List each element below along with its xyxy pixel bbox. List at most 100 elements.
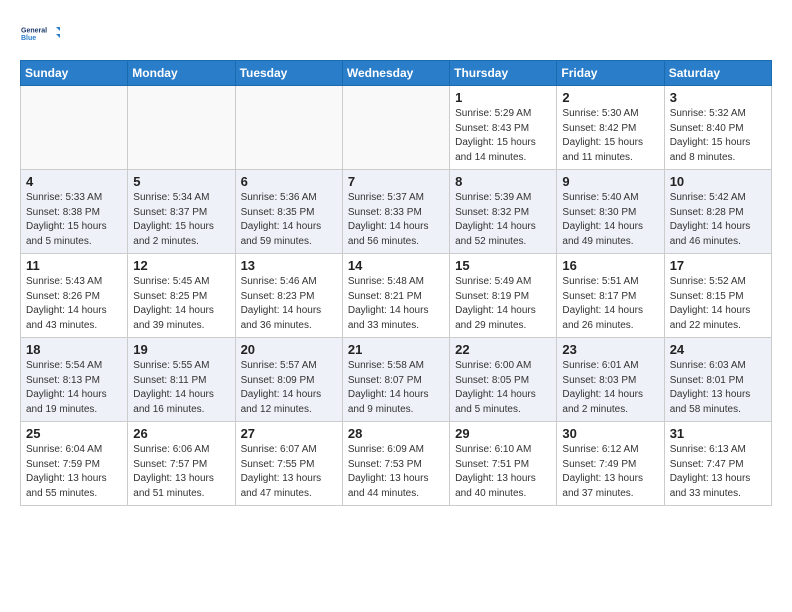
day-info: Sunrise: 5:43 AMSunset: 8:26 PMDaylight:…	[26, 275, 122, 333]
calendar-cell: 23 Sunrise: 6:01 AMSunset: 8:03 PMDayligh…	[557, 338, 664, 422]
day-number: 18	[26, 342, 122, 357]
calendar-cell: 21 Sunrise: 5:58 AMSunset: 8:07 PMDayligh…	[342, 338, 449, 422]
week-row-5: 25 Sunrise: 6:04 AMSunset: 7:59 PMDayligh…	[21, 422, 772, 506]
day-number: 14	[348, 258, 444, 273]
day-info: Sunrise: 6:04 AMSunset: 7:59 PMDaylight:…	[26, 443, 122, 501]
page-header: General Blue	[20, 16, 772, 52]
calendar-cell: 29 Sunrise: 6:10 AMSunset: 7:51 PMDayligh…	[450, 422, 557, 506]
day-number: 3	[670, 90, 766, 105]
day-number: 28	[348, 426, 444, 441]
day-header-sunday: Sunday	[21, 61, 128, 86]
calendar-cell: 9 Sunrise: 5:40 AMSunset: 8:30 PMDaylight…	[557, 170, 664, 254]
day-number: 12	[133, 258, 229, 273]
calendar-cell: 12 Sunrise: 5:45 AMSunset: 8:25 PMDayligh…	[128, 254, 235, 338]
calendar-cell	[128, 86, 235, 170]
day-number: 30	[562, 426, 658, 441]
day-info: Sunrise: 6:09 AMSunset: 7:53 PMDaylight:…	[348, 443, 444, 501]
logo: General Blue	[20, 16, 60, 52]
day-info: Sunrise: 6:06 AMSunset: 7:57 PMDaylight:…	[133, 443, 229, 501]
day-number: 7	[348, 174, 444, 189]
day-number: 9	[562, 174, 658, 189]
calendar-cell: 16 Sunrise: 5:51 AMSunset: 8:17 PMDayligh…	[557, 254, 664, 338]
calendar-cell: 20 Sunrise: 5:57 AMSunset: 8:09 PMDayligh…	[235, 338, 342, 422]
day-info: Sunrise: 6:13 AMSunset: 7:47 PMDaylight:…	[670, 443, 766, 501]
calendar-cell: 17Sunrise: 5:52 AMSunset: 8:15 PMDayligh…	[664, 254, 771, 338]
calendar-cell: 25 Sunrise: 6:04 AMSunset: 7:59 PMDayligh…	[21, 422, 128, 506]
day-info: Sunrise: 6:10 AMSunset: 7:51 PMDaylight:…	[455, 443, 551, 501]
calendar-cell: 13 Sunrise: 5:46 AMSunset: 8:23 PMDayligh…	[235, 254, 342, 338]
day-info: Sunrise: 5:36 AMSunset: 8:35 PMDaylight:…	[241, 191, 337, 249]
calendar-cell: 7 Sunrise: 5:37 AMSunset: 8:33 PMDaylight…	[342, 170, 449, 254]
day-info: Sunrise: 5:33 AMSunset: 8:38 PMDaylight:…	[26, 191, 122, 249]
calendar-cell	[21, 86, 128, 170]
day-header-thursday: Thursday	[450, 61, 557, 86]
calendar-cell: 3 Sunrise: 5:32 AMSunset: 8:40 PMDaylight…	[664, 86, 771, 170]
calendar-cell: 4 Sunrise: 5:33 AMSunset: 8:38 PMDaylight…	[21, 170, 128, 254]
calendar-cell: 28 Sunrise: 6:09 AMSunset: 7:53 PMDayligh…	[342, 422, 449, 506]
calendar-cell	[235, 86, 342, 170]
day-number: 5	[133, 174, 229, 189]
day-number: 22	[455, 342, 551, 357]
day-number: 21	[348, 342, 444, 357]
day-header-monday: Monday	[128, 61, 235, 86]
day-header-friday: Friday	[557, 61, 664, 86]
calendar-cell: 2Sunrise: 5:30 AMSunset: 8:42 PMDaylight…	[557, 86, 664, 170]
day-info: Sunrise: 5:48 AMSunset: 8:21 PMDaylight:…	[348, 275, 444, 333]
day-info: Sunrise: 6:07 AMSunset: 7:55 PMDaylight:…	[241, 443, 337, 501]
week-row-2: 4 Sunrise: 5:33 AMSunset: 8:38 PMDaylight…	[21, 170, 772, 254]
calendar-cell: 1Sunrise: 5:29 AMSunset: 8:43 PMDaylight…	[450, 86, 557, 170]
calendar-cell: 6Sunrise: 5:36 AMSunset: 8:35 PMDaylight…	[235, 170, 342, 254]
day-info: Sunrise: 6:00 AMSunset: 8:05 PMDaylight:…	[455, 359, 551, 417]
day-number: 20	[241, 342, 337, 357]
day-info: Sunrise: 5:55 AMSunset: 8:11 PMDaylight:…	[133, 359, 229, 417]
calendar-cell: 5Sunrise: 5:34 AMSunset: 8:37 PMDaylight…	[128, 170, 235, 254]
day-number: 29	[455, 426, 551, 441]
day-info: Sunrise: 5:46 AMSunset: 8:23 PMDaylight:…	[241, 275, 337, 333]
day-number: 15	[455, 258, 551, 273]
calendar-cell: 10Sunrise: 5:42 AMSunset: 8:28 PMDayligh…	[664, 170, 771, 254]
calendar-cell: 22 Sunrise: 6:00 AMSunset: 8:05 PMDayligh…	[450, 338, 557, 422]
day-number: 27	[241, 426, 337, 441]
calendar-cell: 26 Sunrise: 6:06 AMSunset: 7:57 PMDayligh…	[128, 422, 235, 506]
calendar-cell: 8Sunrise: 5:39 AMSunset: 8:32 PMDaylight…	[450, 170, 557, 254]
week-row-3: 11Sunrise: 5:43 AMSunset: 8:26 PMDayligh…	[21, 254, 772, 338]
calendar-header-row: SundayMondayTuesdayWednesdayThursdayFrid…	[21, 61, 772, 86]
calendar-cell: 31 Sunrise: 6:13 AMSunset: 7:47 PMDayligh…	[664, 422, 771, 506]
day-info: Sunrise: 5:40 AMSunset: 8:30 PMDaylight:…	[562, 191, 658, 249]
svg-text:Blue: Blue	[21, 35, 36, 42]
calendar-cell	[342, 86, 449, 170]
day-info: Sunrise: 5:37 AMSunset: 8:33 PMDaylight:…	[348, 191, 444, 249]
day-number: 4	[26, 174, 122, 189]
day-info: Sunrise: 5:54 AMSunset: 8:13 PMDaylight:…	[26, 359, 122, 417]
calendar-cell: 30Sunrise: 6:12 AMSunset: 7:49 PMDayligh…	[557, 422, 664, 506]
day-info: Sunrise: 6:03 AMSunset: 8:01 PMDaylight:…	[670, 359, 766, 417]
calendar-cell: 24Sunrise: 6:03 AMSunset: 8:01 PMDayligh…	[664, 338, 771, 422]
day-header-wednesday: Wednesday	[342, 61, 449, 86]
day-number: 16	[562, 258, 658, 273]
day-header-tuesday: Tuesday	[235, 61, 342, 86]
day-number: 19	[133, 342, 229, 357]
day-info: Sunrise: 5:57 AMSunset: 8:09 PMDaylight:…	[241, 359, 337, 417]
day-info: Sunrise: 6:01 AMSunset: 8:03 PMDaylight:…	[562, 359, 658, 417]
day-info: Sunrise: 5:49 AMSunset: 8:19 PMDaylight:…	[455, 275, 551, 333]
day-number: 31	[670, 426, 766, 441]
day-number: 13	[241, 258, 337, 273]
day-info: Sunrise: 5:30 AMSunset: 8:42 PMDaylight:…	[562, 107, 658, 165]
calendar-table: SundayMondayTuesdayWednesdayThursdayFrid…	[20, 60, 772, 506]
calendar-cell: 15 Sunrise: 5:49 AMSunset: 8:19 PMDayligh…	[450, 254, 557, 338]
day-info: Sunrise: 5:58 AMSunset: 8:07 PMDaylight:…	[348, 359, 444, 417]
day-info: Sunrise: 5:52 AMSunset: 8:15 PMDaylight:…	[670, 275, 766, 333]
calendar-cell: 18 Sunrise: 5:54 AMSunset: 8:13 PMDayligh…	[21, 338, 128, 422]
day-number: 1	[455, 90, 551, 105]
day-number: 26	[133, 426, 229, 441]
day-number: 25	[26, 426, 122, 441]
day-number: 23	[562, 342, 658, 357]
day-info: Sunrise: 5:45 AMSunset: 8:25 PMDaylight:…	[133, 275, 229, 333]
day-info: Sunrise: 5:32 AMSunset: 8:40 PMDaylight:…	[670, 107, 766, 165]
logo-svg: General Blue	[20, 16, 60, 52]
week-row-4: 18 Sunrise: 5:54 AMSunset: 8:13 PMDayligh…	[21, 338, 772, 422]
day-info: Sunrise: 5:51 AMSunset: 8:17 PMDaylight:…	[562, 275, 658, 333]
day-info: Sunrise: 5:39 AMSunset: 8:32 PMDaylight:…	[455, 191, 551, 249]
calendar-cell: 14 Sunrise: 5:48 AMSunset: 8:21 PMDayligh…	[342, 254, 449, 338]
day-info: Sunrise: 5:42 AMSunset: 8:28 PMDaylight:…	[670, 191, 766, 249]
